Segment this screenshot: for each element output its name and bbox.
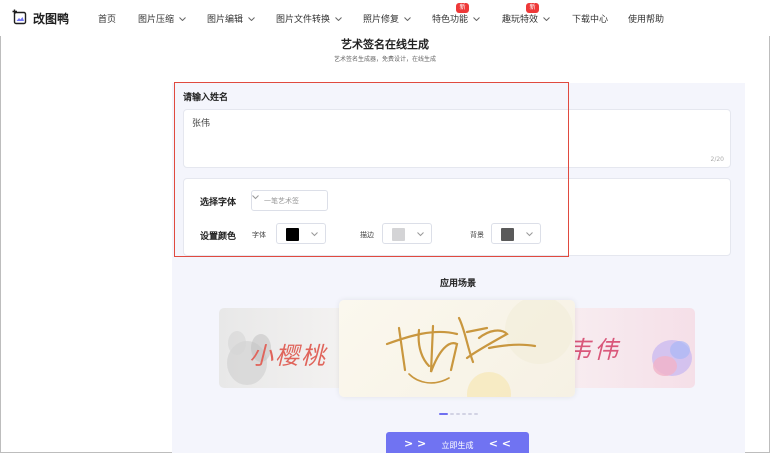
nav-label: 特色功能 [432, 15, 469, 25]
chevron-down-icon [252, 195, 259, 200]
chevron-down-icon [404, 17, 411, 21]
background-color-label: 背景 [470, 231, 484, 239]
carousel-dot[interactable] [456, 413, 460, 415]
chevron-down-icon [417, 232, 424, 237]
scene-left-signature: 小樱桃 [249, 342, 327, 370]
scene-center[interactable] [339, 300, 575, 397]
name-input-box[interactable]: 2/20 [183, 109, 731, 168]
chevron-down-icon [335, 17, 342, 21]
chevron-down-icon [311, 232, 318, 237]
chevron-down-icon [473, 17, 480, 21]
color-label: 设置颜色 [200, 232, 237, 242]
chevron-left-icon: < < [488, 437, 511, 450]
chevron-down-icon [526, 232, 533, 237]
decor-blob-illustration [652, 340, 692, 376]
char-count: 2/20 [710, 156, 724, 163]
nav-item-edit[interactable]: 图片编辑 [207, 12, 255, 25]
nav-item-convert[interactable]: 图片文件转换 [276, 12, 342, 25]
carousel-dot[interactable] [462, 413, 466, 415]
nav-label: 图片压缩 [138, 15, 175, 25]
new-badge: 新 [526, 3, 540, 13]
stroke-color-swatch [392, 228, 405, 241]
font-label: 选择字体 [200, 198, 237, 208]
nav-label: 下载中心 [572, 15, 609, 25]
carousel-dot[interactable] [474, 413, 478, 415]
nav-label: 图片编辑 [207, 15, 244, 25]
signature-illustration [385, 300, 573, 397]
background-color-swatch [501, 228, 514, 241]
nav-item-features[interactable]: 特色功能 新 [432, 3, 480, 25]
nav-label: 趣玩特效 [502, 15, 539, 25]
chevron-down-icon [248, 17, 255, 21]
page-subtitle: 艺术签名生成器，免费设计，在线生成 [333, 56, 436, 63]
nav-item-fun-effects[interactable]: 趣玩特效 新 [502, 3, 550, 25]
nav-label: 首页 [98, 15, 117, 25]
carousel-dot[interactable] [439, 413, 448, 415]
top-nav: 改图鸭 首页 图片压缩 图片编辑 图片文件转换 照片修复 特色功能 新 趣玩特效 新… [0, 0, 770, 36]
stroke-color-label: 描边 [360, 231, 374, 239]
font-color-swatch [286, 228, 299, 241]
name-label: 请输入姓名 [183, 93, 229, 103]
nav-item-help[interactable]: 使用帮助 [628, 12, 664, 25]
app-name[interactable]: 改图鸭 [33, 10, 69, 27]
stroke-color-picker[interactable] [382, 223, 432, 244]
carousel-dot[interactable] [468, 413, 472, 415]
scene-right[interactable]: 韦伟 [555, 308, 695, 388]
chevron-down-icon [543, 17, 550, 21]
font-color-picker[interactable] [276, 223, 326, 244]
nav-label: 照片修复 [363, 15, 400, 25]
new-badge: 新 [456, 3, 470, 13]
nav-label: 图片文件转换 [276, 15, 331, 25]
logo-icon [12, 9, 27, 25]
font-select-value: 一笔艺术签 [264, 197, 299, 205]
font-select[interactable]: 一笔艺术签 [251, 190, 328, 211]
nav-item-download[interactable]: 下载中心 [572, 12, 608, 25]
name-input[interactable] [184, 110, 730, 167]
chevron-down-icon [179, 17, 186, 21]
scene-left[interactable]: 小樱桃 [219, 308, 359, 388]
nav-item-compress[interactable]: 图片压缩 [138, 12, 186, 25]
generate-button[interactable]: > > 立即生成 < < [386, 432, 529, 453]
background-color-picker[interactable] [491, 223, 541, 244]
nav-label: 使用帮助 [628, 15, 665, 25]
nav-item-repair[interactable]: 照片修复 [363, 12, 411, 25]
nav-item-home[interactable]: 首页 [98, 12, 116, 25]
scenes-title: 应用场景 [439, 279, 476, 289]
page-title: 艺术签名在线生成 [341, 38, 429, 51]
font-color-label: 字体 [252, 231, 266, 239]
carousel-dot[interactable] [450, 413, 454, 415]
